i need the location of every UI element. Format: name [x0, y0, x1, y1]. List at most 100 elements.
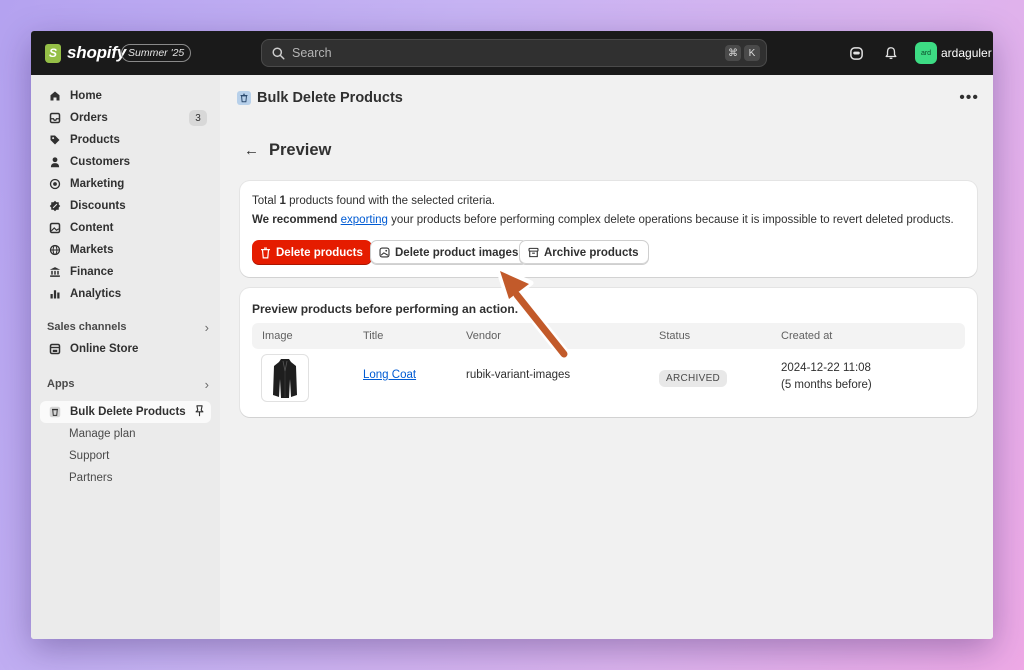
sidebar-item-label: Products — [70, 134, 120, 146]
sidebar-item-home[interactable]: Home — [40, 85, 211, 107]
sidebar-item-bulk-delete-products[interactable]: Bulk Delete Products — [40, 401, 211, 423]
summary-prefix: Total — [252, 195, 280, 207]
sidebar-item-label: Online Store — [70, 343, 139, 355]
sidebar-item-content[interactable]: Content — [40, 217, 211, 239]
created-relative-cell: (5 months before) — [781, 379, 872, 391]
sidebar-item-discounts[interactable]: Discounts — [40, 195, 211, 217]
trash-app-icon — [237, 91, 251, 105]
recommend-text: We recommend exporting your products bef… — [252, 214, 954, 226]
image-icon — [48, 221, 62, 235]
app-window: S shopify Summer '25 ⌘ K ard a — [31, 31, 993, 639]
sidebar-item-label: Finance — [70, 266, 114, 278]
sidebar-item-label: Bulk Delete Products — [70, 406, 186, 418]
archive-icon — [528, 247, 539, 258]
status-badge: ARCHIVED — [659, 370, 728, 387]
logo-text: shopify — [67, 43, 127, 62]
orders-icon — [48, 111, 62, 125]
sidebar-item-finance[interactable]: Finance — [40, 261, 211, 283]
tag-icon — [48, 133, 62, 147]
discount-icon — [48, 199, 62, 213]
sidebar-item-markets[interactable]: Markets — [40, 239, 211, 261]
shopify-logo[interactable]: S shopify — [45, 43, 126, 63]
bank-icon — [48, 265, 62, 279]
recommend-strong: We recommend — [252, 214, 338, 226]
sidebar-item-label: Home — [70, 90, 102, 102]
sidebar-item-analytics[interactable]: Analytics — [40, 283, 211, 305]
sidebar-sub-item-manage-plan[interactable]: Manage plan — [69, 428, 136, 440]
column-header-title: Title — [363, 330, 384, 342]
product-thumbnail — [261, 354, 309, 402]
sidebar-item-label: Customers — [70, 156, 131, 168]
sidebar-item-customers[interactable]: Customers — [40, 151, 211, 173]
pin-icon[interactable] — [194, 405, 205, 420]
table-header: Image Title Vendor Status Created at — [252, 323, 965, 349]
sidebar-item-label: Markets — [70, 244, 114, 256]
chevron-right-icon: › — [204, 377, 209, 392]
search-bar[interactable]: ⌘ K — [261, 39, 767, 67]
apps-header[interactable]: Apps › — [47, 377, 211, 392]
apps-label: Apps — [47, 378, 75, 390]
coat-image — [273, 359, 297, 398]
sidekick-icon[interactable] — [847, 44, 865, 62]
sidebar-item-label: Marketing — [70, 178, 125, 190]
trash-icon — [261, 247, 270, 258]
main-content: Bulk Delete Products ••• ← Preview Total… — [220, 75, 993, 639]
button-label: Delete product images — [395, 246, 519, 259]
search-input[interactable] — [292, 46, 712, 60]
image-icon — [379, 247, 390, 258]
back-arrow-icon[interactable]: ← — [244, 142, 259, 159]
archive-products-button[interactable]: Archive products — [519, 240, 649, 265]
orders-count-badge: 3 — [189, 110, 207, 126]
summary-card: Total 1 products found with the selected… — [240, 181, 977, 277]
sales-channels-header[interactable]: Sales channels › — [47, 320, 211, 335]
column-header-image: Image — [262, 330, 293, 342]
sidebar-item-marketing[interactable]: Marketing — [40, 173, 211, 195]
created-at-cell: 2024-12-22 11:08 — [781, 362, 871, 374]
sidebar: Home Orders 3 Products Customers Marketi… — [31, 75, 220, 639]
sidebar-item-label: Analytics — [70, 288, 122, 300]
summary-text: Total 1 products found with the selected… — [252, 195, 495, 207]
store-icon — [48, 342, 62, 356]
delete-product-images-button[interactable]: Delete product images — [370, 240, 529, 265]
summary-suffix: products found with the selected criteri… — [285, 195, 495, 207]
sidebar-item-orders[interactable]: Orders 3 — [40, 107, 211, 129]
shopify-bag-icon: S — [45, 43, 61, 63]
sidebar-item-label: Orders — [70, 112, 108, 124]
edition-badge[interactable]: Summer '25 — [121, 44, 192, 62]
product-title-link[interactable]: Long Coat — [363, 369, 416, 381]
delete-products-button[interactable]: Delete products — [252, 240, 372, 265]
avatar[interactable]: ard — [915, 42, 937, 64]
globe-icon — [48, 243, 62, 257]
column-header-status: Status — [659, 330, 691, 342]
sidebar-item-online-store[interactable]: Online Store — [40, 338, 211, 360]
app-header: Bulk Delete Products — [237, 90, 403, 106]
column-header-vendor: Vendor — [466, 330, 501, 342]
chevron-right-icon: › — [204, 320, 209, 335]
shortcut-key-k: K — [744, 45, 760, 61]
target-icon — [48, 177, 62, 191]
search-icon — [272, 46, 285, 60]
sidebar-sub-item-partners[interactable]: Partners — [69, 472, 112, 484]
sidebar-item-label: Discounts — [70, 200, 126, 212]
column-header-created-at: Created at — [781, 330, 833, 342]
page-header: ← Preview — [244, 141, 331, 160]
exporting-link[interactable]: exporting — [341, 214, 388, 226]
button-label: Archive products — [544, 246, 639, 259]
bell-icon[interactable] — [882, 44, 900, 62]
table-row: Long Coat rubik-variant-images ARCHIVED … — [252, 349, 965, 405]
sidebar-item-label: Content — [70, 222, 114, 234]
button-label: Delete products — [276, 246, 363, 259]
app-title: Bulk Delete Products — [257, 90, 403, 106]
username[interactable]: ardaguler — [941, 46, 992, 60]
trash-app-icon — [48, 405, 62, 419]
sidebar-sub-item-support[interactable]: Support — [69, 450, 109, 462]
sales-channels-label: Sales channels — [47, 321, 127, 333]
sidebar-item-products[interactable]: Products — [40, 129, 211, 151]
top-bar: S shopify Summer '25 ⌘ K ard a — [31, 31, 993, 75]
shortcut-key-cmd: ⌘ — [725, 45, 741, 61]
vendor-cell: rubik-variant-images — [466, 369, 571, 381]
more-options-icon[interactable]: ••• — [959, 89, 979, 107]
recommend-rest: your products before performing complex … — [387, 214, 954, 226]
page-title: Preview — [269, 141, 332, 159]
bar-chart-icon — [48, 287, 62, 301]
